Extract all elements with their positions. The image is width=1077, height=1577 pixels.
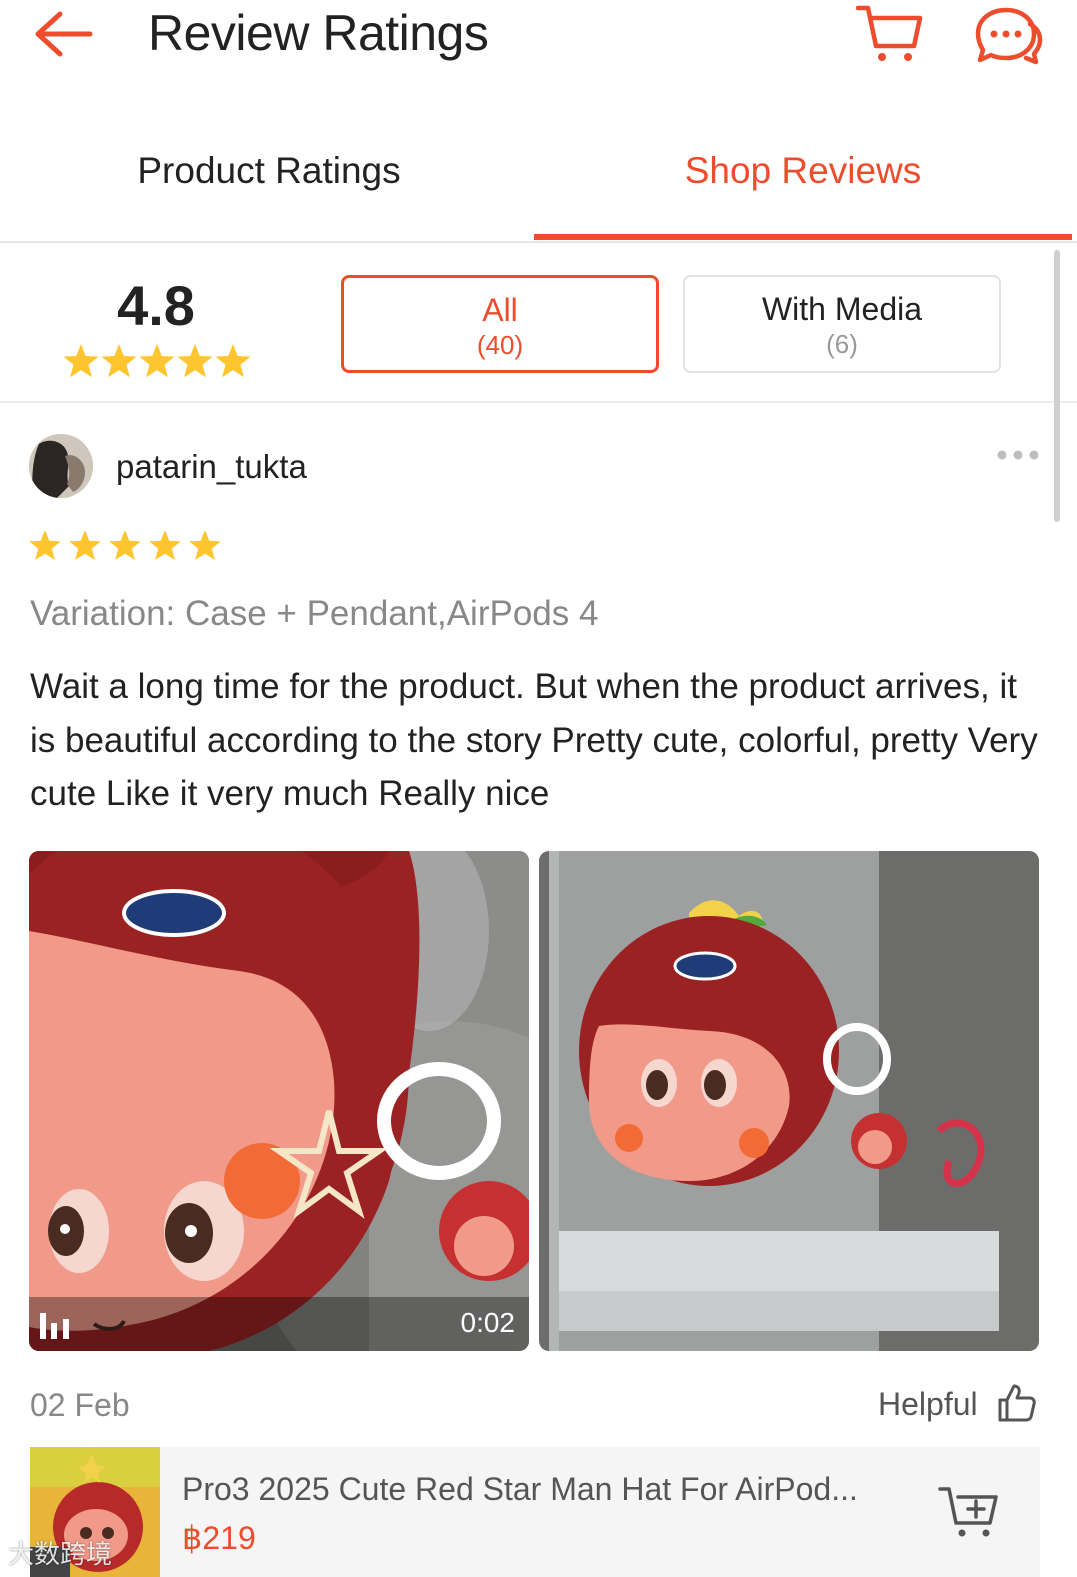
tab-shop-reviews[interactable]: Shop Reviews (534, 150, 1072, 192)
review-photo[interactable] (539, 851, 1039, 1351)
tab-product-ratings[interactable]: Product Ratings (0, 150, 538, 192)
filter-with-media-button[interactable]: With Media (6) (683, 275, 1001, 373)
star-icon (177, 344, 213, 378)
cart-icon[interactable] (852, 0, 928, 66)
filter-media-count: (6) (826, 329, 858, 359)
star-icon (69, 530, 101, 560)
video-icon (40, 1313, 69, 1339)
filter-all-button[interactable]: All (40) (341, 275, 659, 373)
star-icon (101, 344, 137, 378)
star-icon (29, 530, 61, 560)
thumbs-up-icon[interactable] (996, 1382, 1038, 1424)
video-duration: 0:02 (460, 1307, 516, 1338)
review-variation: Variation: Case + Pendant,AirPods 4 (30, 594, 599, 633)
review-text: Wait a long time for the product. But wh… (30, 667, 1038, 813)
product-price: ฿219 (182, 1520, 256, 1556)
more-options-icon[interactable] (994, 446, 1042, 464)
filter-media-label: With Media (761, 291, 923, 327)
product-card[interactable]: Pro3 2025 Cute Red Star Man Hat For AirP… (30, 1447, 1040, 1577)
star-icon (215, 344, 251, 378)
review-video[interactable]: 0:02 (29, 851, 529, 1351)
filter-all-label: All (482, 292, 518, 328)
review-stars (29, 530, 221, 560)
review-date: 02 Feb (30, 1387, 130, 1423)
chat-icon[interactable] (970, 4, 1044, 66)
page-title: Review Ratings (148, 5, 489, 61)
average-stars (63, 344, 251, 378)
top-bar: Review Ratings (0, 0, 1077, 90)
scrollbar[interactable] (1054, 250, 1060, 522)
avatar[interactable] (29, 434, 93, 498)
photo-thumbnail (539, 851, 1039, 1351)
star-icon (109, 530, 141, 560)
star-icon (139, 344, 175, 378)
arrow-left-icon[interactable] (30, 8, 96, 60)
star-icon (149, 530, 181, 560)
video-overlay-bar: 0:02 (29, 1297, 529, 1351)
rating-summary: 4.8 All (40) With Media (6) (0, 241, 1077, 403)
helpful-label[interactable]: Helpful (878, 1386, 978, 1423)
star-icon (63, 344, 99, 378)
star-icon (189, 530, 221, 560)
filter-all-count: (40) (476, 330, 524, 360)
active-tab-indicator (534, 234, 1072, 240)
product-name[interactable]: Pro3 2025 Cute Red Star Man Hat For AirP… (182, 1471, 902, 1508)
average-score: 4.8 (117, 274, 195, 337)
add-to-cart-icon[interactable] (936, 1481, 1000, 1541)
video-thumbnail (29, 851, 529, 1351)
tab-bar: Product Ratings Shop Reviews (0, 120, 1077, 243)
watermark: 大数跨境 (8, 1539, 113, 1569)
avatar-image (29, 434, 93, 498)
reviewer-username[interactable]: patarin_tukta (116, 448, 307, 486)
